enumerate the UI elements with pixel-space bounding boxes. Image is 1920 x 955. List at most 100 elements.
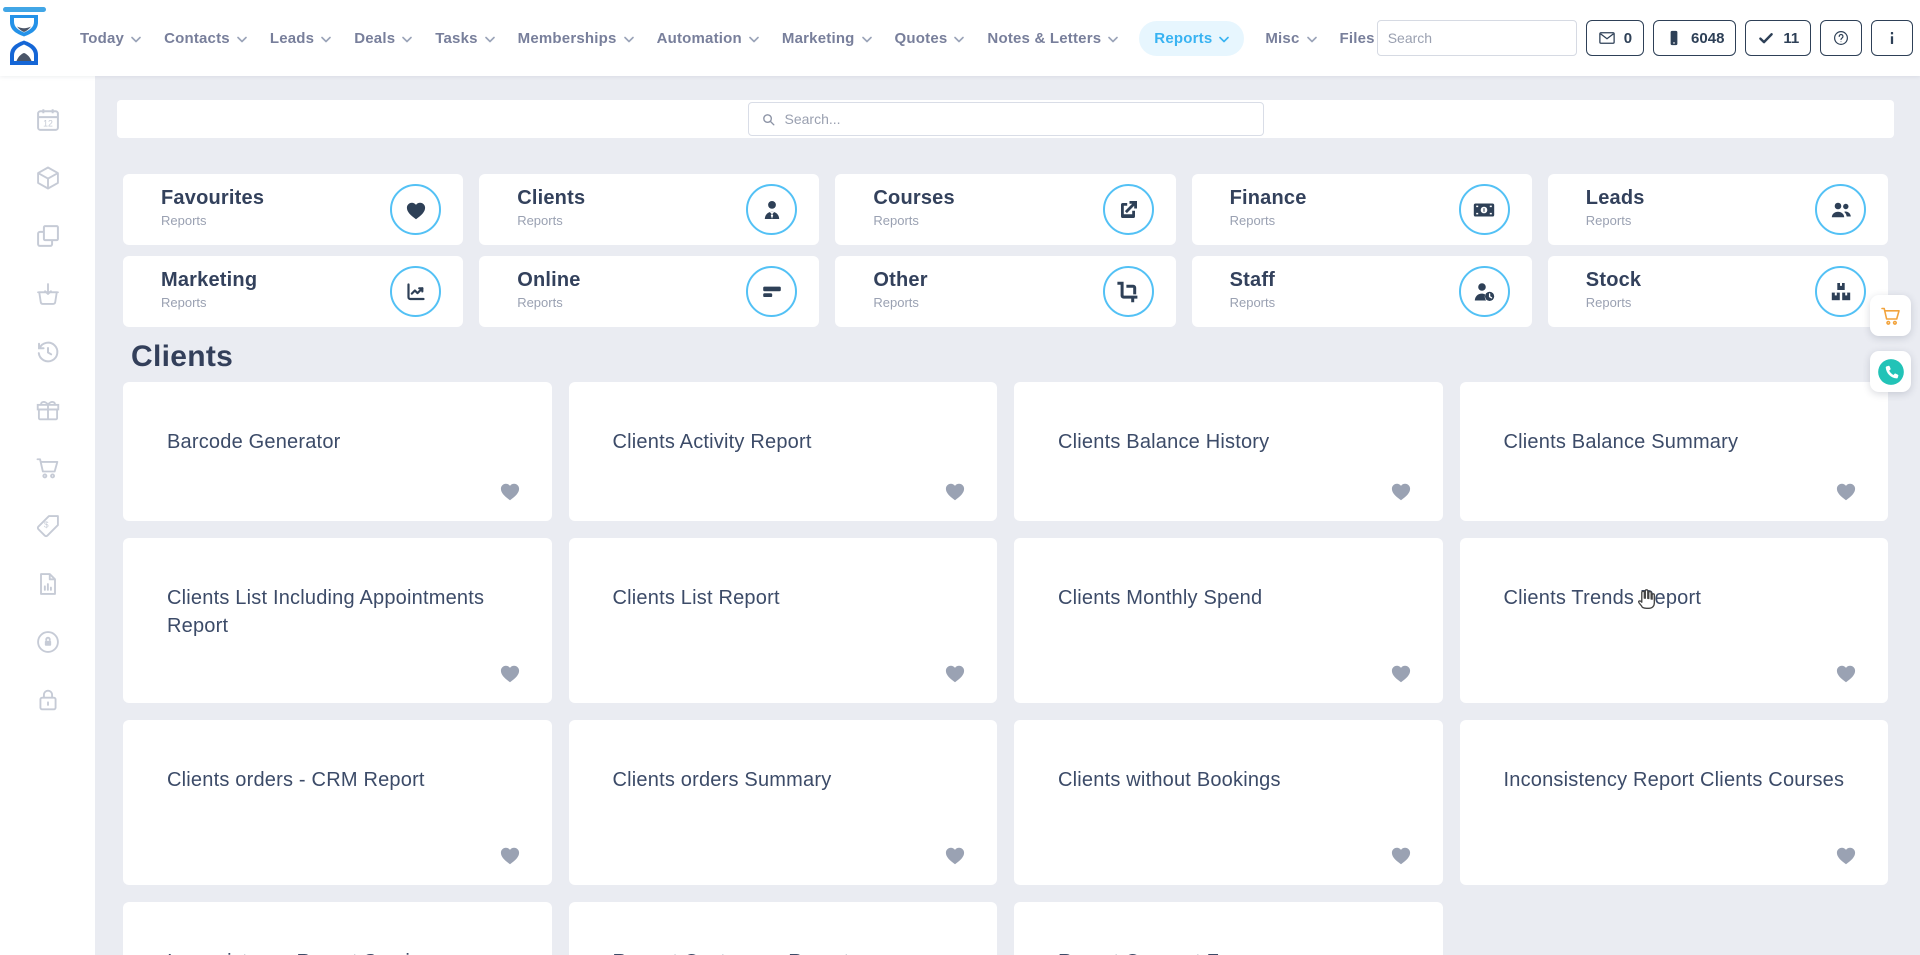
- menu-item-deals[interactable]: Deals: [352, 21, 414, 56]
- favourite-heart-icon[interactable]: [1834, 843, 1858, 867]
- favourite-heart-icon[interactable]: [943, 843, 967, 867]
- favourite-heart-icon[interactable]: [1389, 479, 1413, 503]
- report-card-clients-activity-report[interactable]: Clients Activity Report: [569, 382, 998, 521]
- chart-line-icon: [390, 266, 441, 317]
- hourglass-logo-icon: [0, 7, 52, 69]
- phone-circle-icon: [1877, 358, 1905, 386]
- boxes-icon: [1815, 266, 1866, 317]
- calendar-icon[interactable]: 12: [34, 106, 62, 134]
- main-content: Favourites Reports Clients Reports Cours…: [95, 76, 1920, 955]
- svg-text:$: $: [43, 521, 48, 530]
- calls-counter-button[interactable]: 6048: [1653, 20, 1736, 56]
- category-card-courses[interactable]: Courses Reports: [835, 174, 1175, 245]
- app-logo[interactable]: [0, 7, 52, 69]
- chevron-down-icon: [862, 36, 872, 43]
- category-card-leads[interactable]: Leads Reports: [1548, 174, 1888, 245]
- package-icon[interactable]: [34, 164, 62, 192]
- chevron-down-icon: [485, 36, 495, 43]
- favourite-heart-icon[interactable]: [943, 661, 967, 685]
- chevron-down-icon: [624, 36, 634, 43]
- question-circle-icon: [1832, 29, 1850, 47]
- cart-floating-button[interactable]: [1870, 295, 1911, 336]
- menu-item-notes-letters[interactable]: Notes & Letters: [985, 21, 1120, 56]
- users-icon: [1815, 184, 1866, 235]
- chevron-down-icon: [131, 36, 141, 43]
- chevron-down-icon: [237, 36, 247, 43]
- report-categories: Favourites Reports Clients Reports Cours…: [123, 174, 1888, 327]
- favourite-heart-icon[interactable]: [1389, 661, 1413, 685]
- report-list: Barcode Generator Clients Activity Repor…: [123, 382, 1888, 955]
- favourite-heart-icon[interactable]: [943, 479, 967, 503]
- report-card-clients-balance-history[interactable]: Clients Balance History: [1014, 382, 1443, 521]
- report-card-clients-orders-crm-report[interactable]: Clients orders - CRM Report: [123, 720, 552, 885]
- check-icon: [1757, 29, 1775, 47]
- menu-item-today[interactable]: Today: [78, 21, 143, 56]
- mobile-icon: [1665, 29, 1683, 47]
- navbar-search-input[interactable]: [1378, 30, 1577, 46]
- menu-item-misc[interactable]: Misc: [1263, 21, 1318, 56]
- category-card-other[interactable]: Other Reports: [835, 256, 1175, 327]
- report-card-clients-orders-summary[interactable]: Clients orders Summary: [569, 720, 998, 885]
- svg-text:12: 12: [43, 119, 53, 129]
- cart-icon[interactable]: [34, 454, 62, 482]
- menu-item-memberships[interactable]: Memberships: [516, 21, 636, 56]
- favourite-heart-icon[interactable]: [498, 843, 522, 867]
- category-card-online[interactable]: Online Reports: [479, 256, 819, 327]
- envelope-icon: [1598, 29, 1616, 47]
- search-icon: [761, 112, 776, 127]
- menu-item-files[interactable]: Files: [1338, 21, 1377, 56]
- chevron-down-icon: [954, 36, 964, 43]
- category-card-marketing[interactable]: Marketing Reports: [123, 256, 463, 327]
- favourite-heart-icon[interactable]: [1834, 661, 1858, 685]
- copy-icon[interactable]: [34, 222, 62, 250]
- category-card-stock[interactable]: Stock Reports: [1548, 256, 1888, 327]
- menu-item-quotes[interactable]: Quotes: [893, 21, 967, 56]
- report-card-clients-list-report[interactable]: Clients List Report: [569, 538, 998, 703]
- info-button[interactable]: [1871, 20, 1913, 56]
- price-tag-icon[interactable]: $: [34, 512, 62, 540]
- menu-item-automation[interactable]: Automation: [655, 21, 761, 56]
- report-card-inconsistency-report-clients-courses[interactable]: Inconsistency Report Clients Courses: [1460, 720, 1889, 885]
- category-card-finance[interactable]: Finance Reports: [1192, 174, 1532, 245]
- reports-search-input[interactable]: [785, 111, 1251, 127]
- category-card-favourites[interactable]: Favourites Reports: [123, 174, 463, 245]
- favourite-heart-icon[interactable]: [1834, 479, 1858, 503]
- report-file-icon[interactable]: [34, 570, 62, 598]
- menu-item-leads[interactable]: Leads: [268, 21, 333, 56]
- basket-icon[interactable]: [34, 280, 62, 308]
- help-button[interactable]: [1820, 20, 1862, 56]
- favourite-heart-icon[interactable]: [498, 479, 522, 503]
- report-card-clients-list-including-appointments-report[interactable]: Clients List Including Appointments Repo…: [123, 538, 552, 703]
- menu-item-tasks[interactable]: Tasks: [433, 21, 496, 56]
- whatsapp-floating-button[interactable]: [1870, 351, 1911, 392]
- report-card-repeat-customers-report[interactable]: Repeat Customers Report: [569, 902, 998, 955]
- account-security-icon[interactable]: [34, 628, 62, 656]
- report-card-barcode-generator[interactable]: Barcode Generator: [123, 382, 552, 521]
- menu-item-reports[interactable]: Reports: [1139, 21, 1244, 56]
- navbar-search: [1377, 20, 1577, 56]
- messages-counter-button[interactable]: 0: [1586, 20, 1644, 56]
- category-card-clients[interactable]: Clients Reports: [479, 174, 819, 245]
- top-navbar: Today Contacts Leads Deals Tasks Members…: [0, 0, 1920, 76]
- lock-icon[interactable]: [34, 686, 62, 714]
- gift-icon[interactable]: [34, 396, 62, 424]
- report-card-clients-balance-summary[interactable]: Clients Balance Summary: [1460, 382, 1889, 521]
- report-card-inconsistency-report-services[interactable]: Inconsistency Report Services: [123, 902, 552, 955]
- section-title: Clients: [131, 341, 1894, 373]
- report-card-clients-monthly-spend[interactable]: Clients Monthly Spend: [1014, 538, 1443, 703]
- tasks-counter-button[interactable]: 11: [1745, 20, 1811, 56]
- report-card-report-consent-forms[interactable]: Report Consent Forms: [1014, 902, 1443, 955]
- chevron-down-icon: [1108, 36, 1118, 43]
- history-icon[interactable]: [34, 338, 62, 366]
- user-clock-icon: [1459, 266, 1510, 317]
- category-card-staff[interactable]: Staff Reports: [1192, 256, 1532, 327]
- favourite-heart-icon[interactable]: [1389, 843, 1413, 867]
- icon-sidebar: 12 $: [0, 76, 95, 955]
- cart-icon: [1879, 304, 1903, 328]
- report-card-clients-trends-report[interactable]: Clients Trends Report: [1460, 538, 1889, 703]
- menu-item-contacts[interactable]: Contacts: [162, 21, 249, 56]
- report-card-clients-without-bookings[interactable]: Clients without Bookings: [1014, 720, 1443, 885]
- menu-item-marketing[interactable]: Marketing: [780, 21, 874, 56]
- favourite-heart-icon[interactable]: [498, 661, 522, 685]
- reports-search: [748, 102, 1264, 136]
